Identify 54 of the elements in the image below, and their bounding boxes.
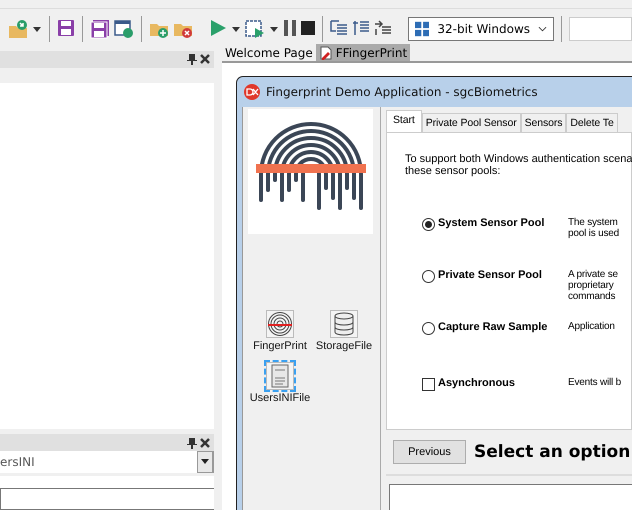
pin-icon[interactable] bbox=[187, 53, 197, 66]
list-field[interactable] bbox=[0, 488, 214, 510]
run-window-icon[interactable] bbox=[245, 19, 265, 39]
combo-value: 32-bit Windows bbox=[437, 22, 530, 36]
windows-logo-icon bbox=[415, 21, 430, 37]
caret-icon[interactable] bbox=[231, 26, 241, 32]
option-description: pool is used bbox=[568, 228, 619, 239]
pause-icon[interactable] bbox=[283, 19, 297, 39]
close-icon[interactable] bbox=[200, 438, 210, 448]
caret-icon[interactable] bbox=[269, 26, 279, 32]
step-heading: Select an option bbox=[474, 442, 630, 462]
toolbar-field[interactable] bbox=[569, 17, 632, 41]
option-description: proprietary bbox=[568, 280, 615, 291]
combo-value: ersINI bbox=[0, 454, 35, 469]
ini-file-icon bbox=[266, 362, 294, 390]
tab[interactable]: Sensors bbox=[520, 113, 566, 132]
component-combo[interactable]: ersINI bbox=[0, 450, 214, 473]
tab[interactable]: Private Pool Sensor bbox=[422, 113, 521, 132]
database-icon bbox=[330, 310, 358, 338]
close-icon[interactable] bbox=[200, 54, 210, 64]
radio-button[interactable]: System Sensor Pool bbox=[405, 217, 568, 269]
chevron-down-icon bbox=[538, 26, 547, 32]
window-title: Fingerprint Demo Application - sgcBiometrics bbox=[266, 85, 538, 99]
fingerprint-icon bbox=[266, 310, 294, 338]
option-description: Application bbox=[568, 321, 615, 332]
intro-text: these sensor pools: bbox=[405, 165, 502, 177]
editor-tab[interactable]: Welcome Page bbox=[222, 44, 316, 61]
form-file-icon bbox=[318, 46, 333, 60]
app-logo-icon bbox=[244, 84, 260, 100]
radio-button[interactable]: Private Sensor Pool bbox=[405, 269, 568, 321]
tab[interactable]: Delete Te bbox=[566, 113, 618, 132]
caret-icon bbox=[201, 459, 209, 464]
component-label: UsersINIFile bbox=[250, 392, 310, 404]
intro-text: To support both Windows authentication scena bbox=[405, 153, 631, 165]
option-description: Events will b bbox=[568, 377, 621, 388]
pin-icon[interactable] bbox=[187, 436, 197, 449]
component-icon-frame[interactable] bbox=[266, 310, 294, 338]
component-icon-frame[interactable] bbox=[330, 310, 358, 338]
component-icon-frame[interactable] bbox=[266, 362, 294, 390]
save-icon[interactable] bbox=[57, 19, 75, 39]
option-description: A private se bbox=[568, 269, 618, 280]
option-description: commands bbox=[568, 291, 616, 302]
dropdown-button[interactable] bbox=[197, 450, 213, 473]
checkbox[interactable]: Asynchronous bbox=[405, 377, 568, 429]
radio-button[interactable]: Capture Raw Sample bbox=[405, 321, 568, 377]
previous-button[interactable]: Previous bbox=[393, 440, 466, 464]
caret-icon[interactable] bbox=[32, 26, 42, 32]
editor-tab[interactable]: FFingerPrint bbox=[316, 44, 410, 61]
component-label: StorageFile bbox=[316, 340, 372, 352]
tab[interactable]: Start bbox=[386, 110, 422, 132]
option-description: The system bbox=[568, 217, 619, 228]
component-label: FingerPrint bbox=[253, 340, 307, 352]
platform-combo[interactable]: 32-bit Windows bbox=[408, 17, 554, 41]
save-all-icon[interactable] bbox=[90, 19, 110, 39]
